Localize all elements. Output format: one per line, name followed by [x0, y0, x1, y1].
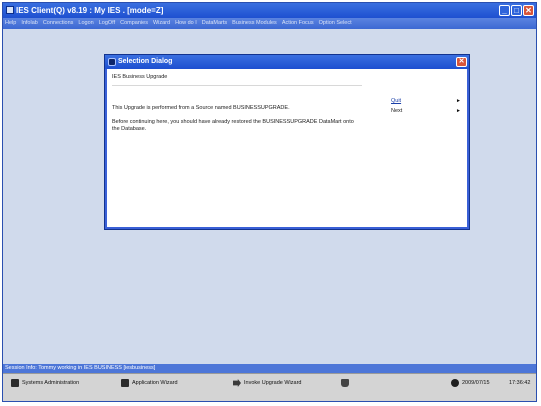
arrow-right-icon: ►	[456, 98, 461, 104]
dialog-icon	[108, 58, 116, 66]
app-icon	[6, 6, 14, 14]
task-database[interactable]	[341, 378, 352, 388]
task-invoke-upgrade-wizard[interactable]: Invoke Upgrade Wizard	[233, 378, 301, 388]
task-application-wizard[interactable]: Application Wizard	[121, 378, 178, 388]
arrow-right-icon: ►	[456, 108, 461, 114]
menu-wizard[interactable]: Wizard	[153, 18, 170, 29]
task-systems-administration[interactable]: Systems Administration	[11, 378, 79, 388]
task-label: Invoke Upgrade Wizard	[244, 380, 302, 386]
task-label: Application Wizard	[132, 380, 178, 386]
window-controls: _ □ ✕	[499, 5, 534, 16]
dialog-close-button[interactable]: ✕	[456, 57, 467, 67]
menu-how-do-i[interactable]: How do I	[175, 18, 197, 29]
menu-option-select[interactable]: Option Select	[319, 18, 352, 29]
maximize-button[interactable]: □	[511, 5, 522, 16]
menu-infolab[interactable]: Infolab	[21, 18, 38, 29]
menu-bar: Help Infolab Connections Logon LogOff Co…	[3, 18, 536, 29]
close-button[interactable]: ✕	[523, 5, 534, 16]
system-time: 17:36:42	[509, 380, 531, 386]
next-label: Next	[391, 108, 403, 114]
menu-logon[interactable]: Logon	[78, 18, 93, 29]
menu-datamarts[interactable]: DataMarts	[202, 18, 227, 29]
menu-companies[interactable]: Companies	[120, 18, 148, 29]
menu-business-modules[interactable]: Business Modules	[232, 18, 277, 29]
server-icon	[11, 379, 19, 387]
menu-connections[interactable]: Connections	[43, 18, 74, 29]
next-option[interactable]: Next ►	[391, 107, 461, 116]
dialog-title: Selection Dialog	[118, 58, 173, 65]
arrow-right-icon	[233, 379, 241, 387]
minimize-button[interactable]: _	[499, 5, 510, 16]
system-date: 2009/07/15	[451, 378, 490, 388]
menu-action-focus[interactable]: Action Focus	[282, 18, 314, 29]
quit-option[interactable]: Quit ►	[391, 97, 461, 106]
selection-dialog: Selection Dialog ✕ IES Business Upgrade …	[104, 54, 470, 230]
menu-logoff[interactable]: LogOff	[99, 18, 115, 29]
wizard-icon	[121, 379, 129, 387]
window-title: IES Client(Q) v8.19 : My IES . [mode=Z]	[16, 6, 164, 15]
dialog-message-restore: Before continuing here, you should have …	[112, 119, 354, 132]
date-text: 2009/07/15	[462, 380, 490, 386]
session-status: Session Info: Tommy working in IES BUSIN…	[3, 364, 536, 373]
dialog-title-bar: Selection Dialog ✕	[105, 55, 469, 69]
taskbar: Systems Administration Application Wizar…	[3, 373, 536, 401]
task-label: Systems Administration	[22, 380, 80, 386]
database-icon	[341, 379, 349, 387]
quit-label: Quit	[391, 98, 402, 104]
dialog-message-source: This Upgrade is performed from a Source …	[112, 105, 290, 111]
divider	[112, 85, 362, 86]
title-bar: IES Client(Q) v8.19 : My IES . [mode=Z] …	[3, 3, 536, 18]
clock-icon	[451, 379, 459, 387]
menu-help[interactable]: Help	[5, 18, 16, 29]
dialog-heading: IES Business Upgrade	[112, 74, 168, 80]
dialog-body: IES Business Upgrade This Upgrade is per…	[107, 69, 467, 227]
